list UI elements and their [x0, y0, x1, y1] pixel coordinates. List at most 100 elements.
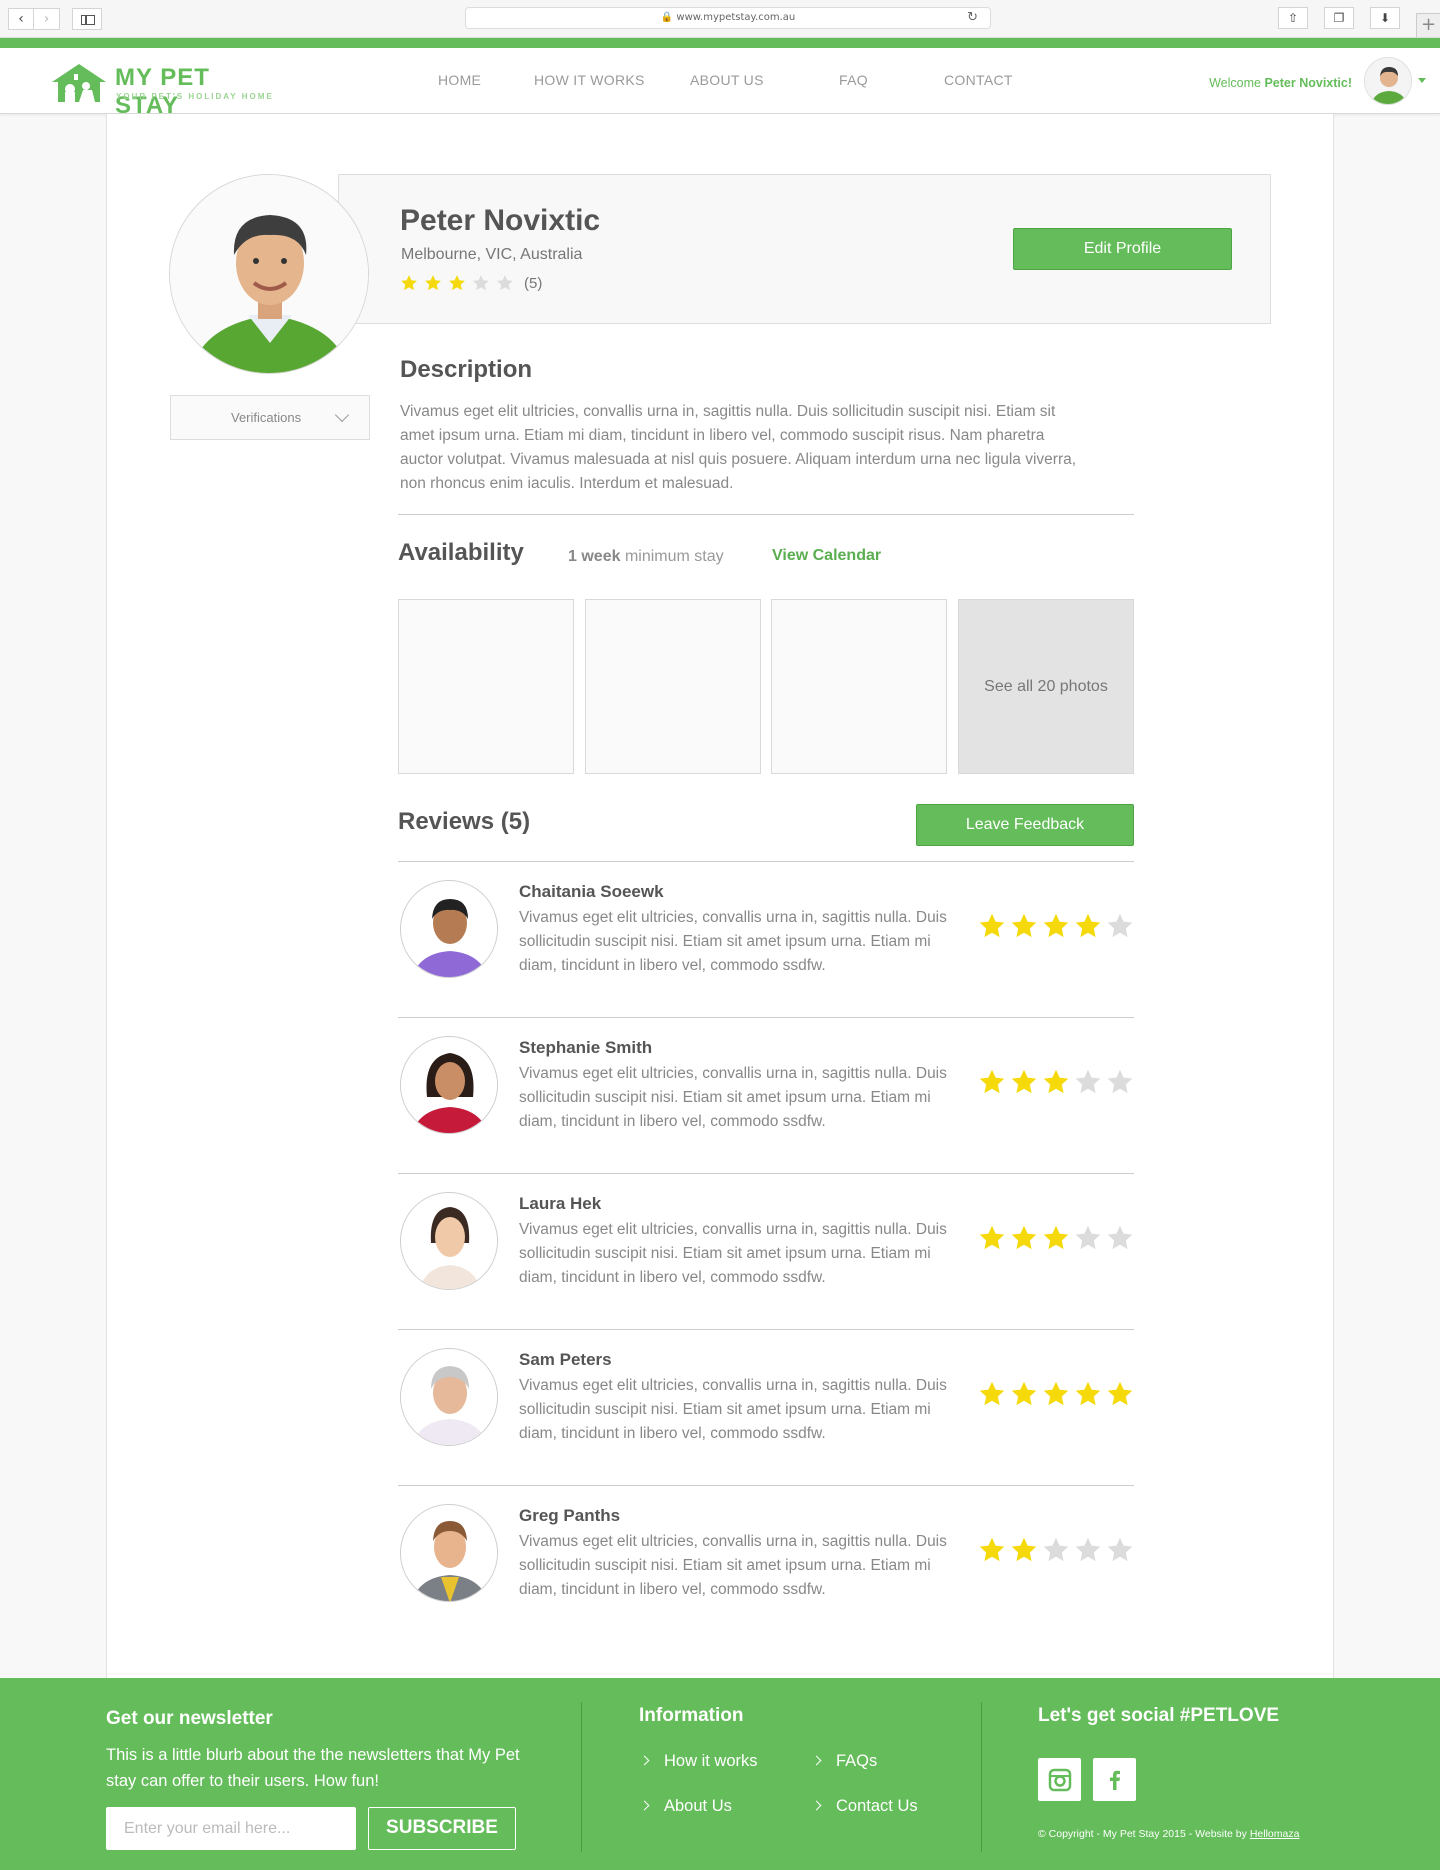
leave-feedback-button[interactable]: Leave Feedback: [916, 804, 1134, 846]
review-rating: [978, 912, 1134, 940]
footer-divider: [581, 1702, 582, 1852]
verifications-dropdown[interactable]: Verifications: [170, 395, 370, 440]
chevron-right-icon: [639, 1755, 650, 1766]
star-empty-icon: [497, 275, 513, 291]
see-all-photos-tile[interactable]: See all 20 photos: [958, 599, 1134, 774]
edit-profile-button[interactable]: Edit Profile: [1013, 228, 1232, 270]
review-text: Vivamus eget elit ultricies, convallis u…: [519, 1533, 947, 1598]
back-icon[interactable]: ‹: [8, 8, 34, 30]
star-filled-icon: [979, 1537, 1005, 1562]
profile-person-icon: [170, 175, 368, 373]
review-text: Vivamus eget elit ultricies, convallis u…: [519, 909, 947, 974]
site-footer: Get our newsletter This is a little blur…: [0, 1678, 1440, 1870]
star-empty-icon: [1107, 1225, 1133, 1250]
minimum-stay: 1 week minimum stay: [568, 548, 724, 566]
nav-home[interactable]: HOME: [438, 72, 481, 88]
minimum-stay-value: 1 week: [568, 548, 621, 565]
photo-thumbnail[interactable]: [398, 599, 574, 774]
copyright: © Copyright - My Pet Stay 2015 - Website…: [1038, 1828, 1299, 1840]
star-filled-icon: [1043, 1225, 1069, 1250]
share-icon[interactable]: ⇧: [1278, 7, 1308, 29]
star-empty-icon: [1107, 913, 1133, 938]
reload-icon[interactable]: ↻: [967, 8, 978, 28]
availability-heading: Availability: [398, 539, 524, 566]
reviewer-name: Greg Panths: [519, 1506, 621, 1525]
star-empty-icon: [1107, 1537, 1133, 1562]
star-filled-icon: [979, 913, 1005, 938]
user-menu-caret-icon[interactable]: [1418, 78, 1426, 83]
review-rating: [978, 1068, 1134, 1096]
view-calendar-link[interactable]: View Calendar: [772, 547, 881, 565]
reviewer-avatar: [400, 1504, 498, 1602]
star-filled-icon: [979, 1069, 1005, 1094]
nav-contact[interactable]: CONTACT: [944, 72, 1013, 88]
star-filled-icon: [425, 275, 441, 291]
star-filled-icon: [979, 1225, 1005, 1250]
brand-tagline: YOUR PET'S HOLIDAY HOME: [116, 92, 274, 101]
newsletter-blurb: This is a little blurb about the the new…: [106, 1746, 520, 1790]
description-heading: Description: [400, 356, 533, 383]
reviewer-avatar: [400, 1192, 498, 1290]
star-filled-icon: [1043, 1069, 1069, 1094]
star-filled-icon: [1011, 1225, 1037, 1250]
star-filled-icon: [1011, 1537, 1037, 1562]
reviewer-avatar: [400, 880, 498, 978]
download-icon[interactable]: ⬇: [1370, 7, 1400, 29]
photo-thumbnail[interactable]: [585, 599, 761, 774]
person-avatar-icon: [1365, 58, 1411, 104]
user-avatar[interactable]: [1364, 57, 1412, 105]
review-item: Greg Panths Vivamus eget elit ultricies,…: [398, 1486, 1134, 1642]
footer-link-contact-us[interactable]: Contact Us: [811, 1797, 918, 1816]
chevron-right-icon: [811, 1755, 822, 1766]
subscribe-button[interactable]: SUBSCRIBE: [368, 1807, 516, 1850]
star-filled-icon: [1011, 1381, 1037, 1406]
review-item: Sam Peters Vivamus eget elit ultricies, …: [398, 1330, 1134, 1486]
url-text: www.mypetstay.com.au: [676, 12, 796, 23]
footer-link-faqs[interactable]: FAQs: [811, 1752, 877, 1771]
chevron-right-icon: [811, 1800, 822, 1811]
review-item: Stephanie Smith Vivamus eget elit ultric…: [398, 1018, 1134, 1174]
star-empty-icon: [1075, 1537, 1101, 1562]
verifications-label: Verifications: [231, 410, 302, 425]
new-tab-icon[interactable]: +: [1416, 13, 1440, 37]
forward-icon[interactable]: ›: [34, 8, 60, 30]
star-filled-icon: [1043, 1381, 1069, 1406]
profile-name: Peter Novixtic: [400, 204, 601, 237]
footer-link-label: About Us: [664, 1797, 732, 1815]
star-filled-icon: [449, 275, 465, 291]
welcome-name: Peter Novixtic!: [1264, 76, 1352, 90]
nav-how-it-works[interactable]: HOW IT WORKS: [534, 72, 645, 88]
facebook-icon[interactable]: [1093, 1758, 1136, 1801]
instagram-icon[interactable]: [1038, 1758, 1081, 1801]
profile-rating-count: (5): [524, 274, 543, 292]
profile-location: Melbourne, VIC, Australia: [401, 246, 583, 263]
credit-link[interactable]: Hellomaza: [1250, 1828, 1300, 1840]
footer-link-how-it-works[interactable]: How it works: [639, 1752, 758, 1771]
footer-divider: [981, 1702, 982, 1852]
person-avatar-icon: [401, 1505, 497, 1601]
welcome-prefix: Welcome: [1209, 76, 1261, 90]
review-rating: [978, 1536, 1134, 1564]
photo-thumbnail[interactable]: [771, 599, 947, 774]
newsletter-email-input[interactable]: [106, 1807, 356, 1850]
person-avatar-icon: [401, 1193, 497, 1289]
address-bar[interactable]: 🔒 www.mypetstay.com.au ↻: [465, 7, 991, 29]
newsletter-heading: Get our newsletter: [106, 1708, 273, 1729]
nav-about-us[interactable]: ABOUT US: [690, 72, 764, 88]
nav-faq[interactable]: FAQ: [839, 72, 868, 88]
chevron-down-icon: [334, 407, 350, 423]
footer-link-about-us[interactable]: About Us: [639, 1797, 732, 1816]
minimum-stay-suffix: minimum stay: [624, 548, 724, 565]
sidebar-toggle-icon[interactable]: [72, 8, 102, 30]
reviewer-name: Sam Peters: [519, 1350, 612, 1369]
star-empty-icon: [473, 275, 489, 291]
review-item: Chaitania Soeewk Vivamus eget elit ultri…: [398, 862, 1134, 1018]
tabs-icon[interactable]: ❐: [1324, 7, 1354, 29]
footer-link-label: Contact Us: [836, 1797, 918, 1815]
copyright-text: © Copyright - My Pet Stay 2015 - Website…: [1038, 1828, 1247, 1840]
star-filled-icon: [1075, 913, 1101, 938]
person-avatar-icon: [401, 1349, 497, 1445]
star-filled-icon: [1107, 1381, 1133, 1406]
star-empty-icon: [1043, 1537, 1069, 1562]
person-avatar-icon: [401, 1037, 497, 1133]
